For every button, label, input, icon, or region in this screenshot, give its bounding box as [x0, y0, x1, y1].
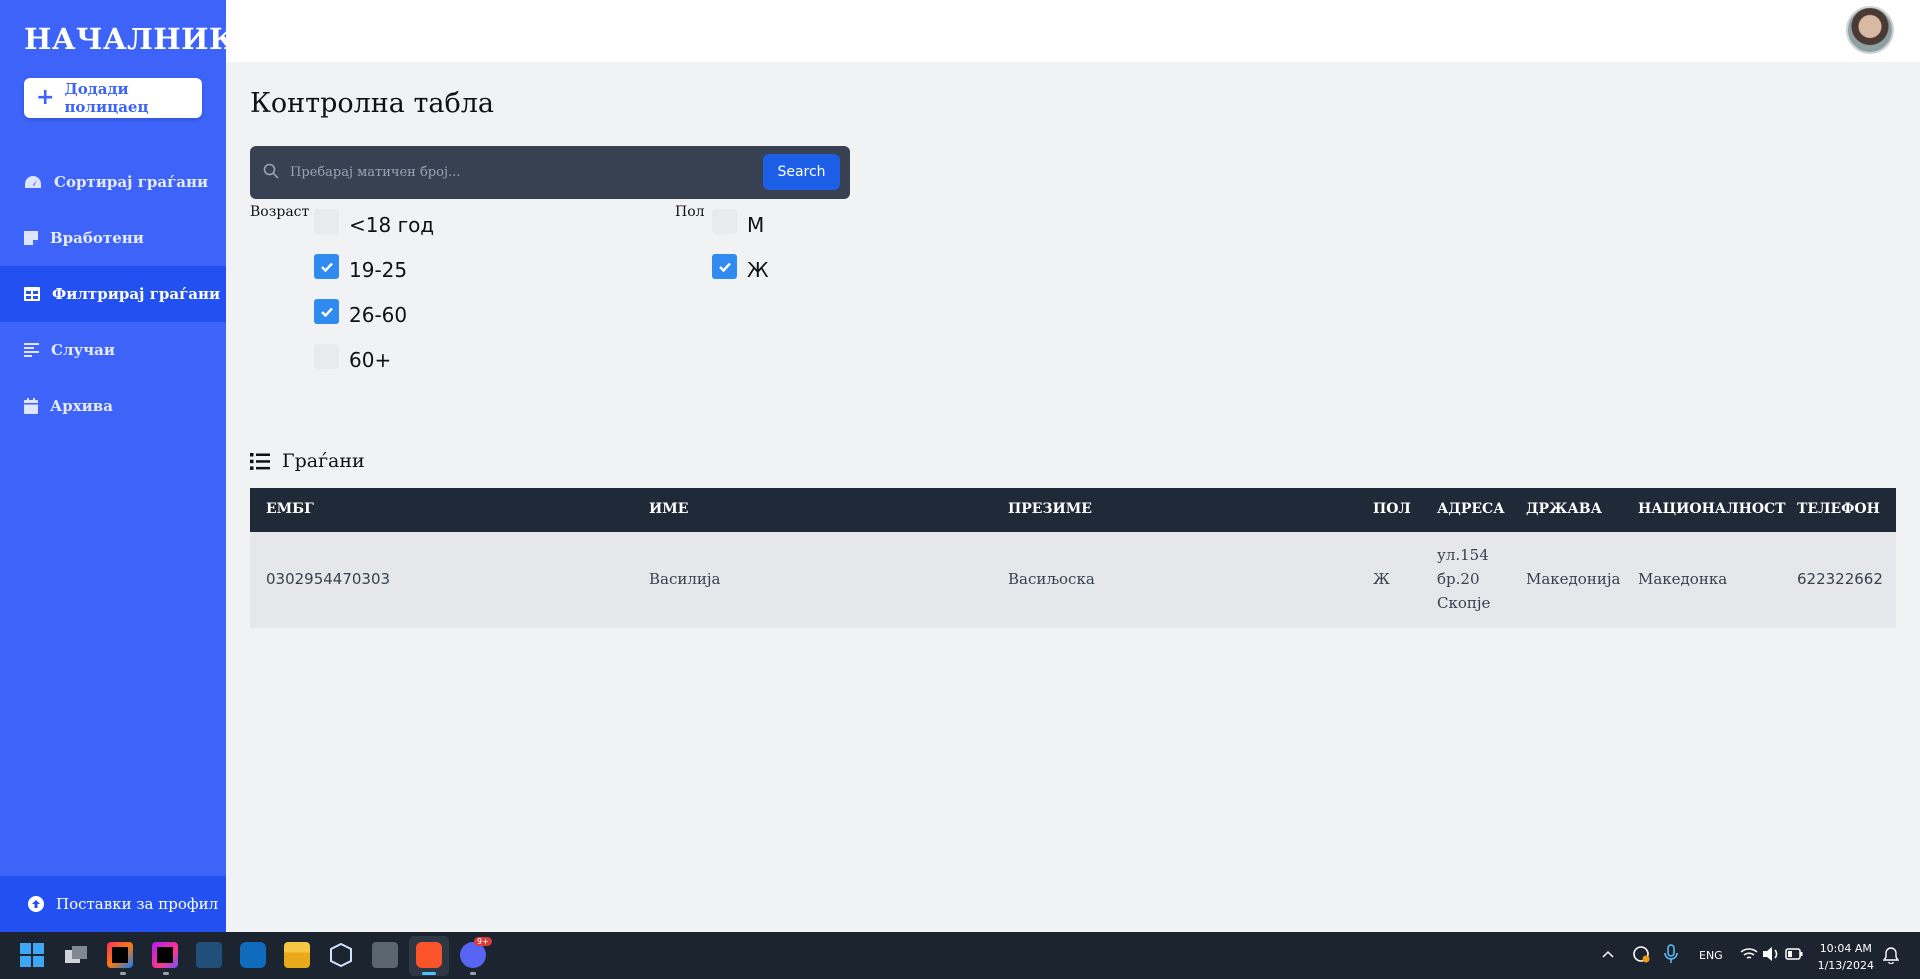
clock-date: 1/13/2024	[1817, 959, 1874, 972]
age-60-plus-label: 60+	[349, 348, 392, 372]
checkmark-icon	[320, 262, 333, 272]
page-title: Контролна табла	[250, 88, 494, 119]
sync-icon[interactable]	[1631, 944, 1651, 964]
age-19-25-checkbox[interactable]	[314, 254, 339, 279]
table-row[interactable]: 0302954470303 Василија Васиљоска Ж ул.15…	[250, 532, 1896, 628]
gender-male-checkbox[interactable]	[712, 209, 737, 234]
calculator-icon[interactable]	[372, 942, 398, 968]
wifi-icon[interactable]	[1740, 946, 1758, 962]
age-26-60-checkbox[interactable]	[314, 299, 339, 324]
discord-badge: 9+	[474, 937, 492, 946]
profile-settings-label: Поставки за профил	[56, 895, 219, 913]
search-button[interactable]: Search	[763, 154, 840, 190]
sidebar-item-employees[interactable]: Вработени	[0, 210, 226, 266]
search-icon	[263, 163, 279, 179]
cell-name: Василија	[649, 570, 721, 588]
column-header-name[interactable]: ИМЕ	[649, 501, 688, 517]
running-indicator	[120, 972, 126, 975]
citizens-section-title: Граѓани	[250, 450, 365, 472]
citizens-title: Граѓани	[282, 450, 365, 472]
cell-embg: 0302954470303	[266, 570, 391, 588]
cell-country: Македонија	[1526, 570, 1621, 588]
outlook-icon[interactable]	[240, 942, 266, 968]
sidebar-item-label: Случаи	[51, 341, 115, 359]
notification-bell-icon[interactable]	[1883, 946, 1899, 964]
intellij-icon[interactable]	[107, 942, 133, 968]
gender-male-label: М	[747, 213, 765, 237]
clock-time: 10:04 AM	[1819, 942, 1872, 955]
age-under-18-checkbox[interactable]	[314, 209, 339, 234]
sidebar-item-cases[interactable]: Случаи	[0, 322, 226, 378]
calendar-icon	[24, 398, 38, 414]
user-avatar[interactable]	[1846, 6, 1894, 54]
running-indicator	[470, 972, 476, 975]
top-bar	[226, 0, 1920, 62]
column-header-surname[interactable]: ПРЕЗИМЕ	[1008, 501, 1092, 517]
running-indicator	[163, 972, 169, 975]
arrow-up-circle-icon	[28, 896, 44, 912]
age-26-60-label: 26-60	[349, 303, 408, 327]
volume-icon[interactable]	[1762, 946, 1780, 962]
embg-search-input[interactable]	[290, 156, 750, 189]
chevron-up-icon[interactable]	[1602, 949, 1614, 959]
age-60-plus-checkbox[interactable]	[314, 344, 339, 369]
column-header-gender[interactable]: ПОЛ	[1373, 501, 1411, 517]
table-icon	[24, 287, 40, 301]
column-header-nationality[interactable]: НАЦИОНАЛНОСТ	[1638, 501, 1786, 517]
taskbar: 9+ ENG 10:04 AM 1/13/2024	[0, 932, 1920, 979]
sidebar-item-label: Филтрирај граѓани	[52, 285, 221, 303]
microphone-icon[interactable]	[1664, 944, 1678, 964]
cell-address-city: Скопје	[1437, 594, 1491, 612]
age-filter-label: Возраст	[250, 204, 310, 220]
citizens-table: ЕМБГ ИМЕ ПРЕЗИМЕ ПОЛ АДРЕСА ДРЖАВА НАЦИО…	[250, 488, 1896, 628]
checkmark-icon	[718, 262, 731, 272]
language-indicator[interactable]: ENG	[1699, 949, 1723, 962]
cell-nationality: Македонка	[1638, 570, 1728, 588]
dashboard-icon	[25, 176, 41, 188]
sidebar-item-sort-citizens[interactable]: Сортирај граѓани	[0, 154, 226, 210]
note-icon	[24, 231, 38, 245]
column-header-address[interactable]: АДРЕСА	[1437, 501, 1505, 517]
sidebar-item-archive[interactable]: Архива	[0, 378, 226, 434]
brand-title: НАЧАЛНИК	[24, 22, 236, 56]
phpstorm-icon[interactable]	[152, 942, 178, 968]
sidebar-item-label: Вработени	[50, 229, 144, 247]
cell-address-street: ул.154	[1437, 546, 1489, 564]
mysql-workbench-icon[interactable]	[196, 942, 222, 968]
column-header-phone[interactable]: ТЕЛЕФОН	[1797, 501, 1880, 517]
cell-gender: Ж	[1373, 570, 1390, 588]
cell-address-number: бр.20	[1437, 570, 1480, 588]
add-police-officer-button[interactable]: + Додади полицаец	[24, 78, 202, 118]
list-icon	[250, 452, 270, 470]
profile-settings-link[interactable]: Поставки за профил	[0, 876, 226, 932]
virtualbox-icon[interactable]	[328, 942, 354, 968]
age-19-25-label: 19-25	[349, 258, 408, 282]
checkmark-icon	[320, 307, 333, 317]
system-clock[interactable]: 10:04 AM 1/13/2024	[1818, 940, 1874, 974]
plus-icon: +	[36, 85, 55, 110]
brave-browser-icon[interactable]	[416, 942, 442, 968]
sidebar: НАЧАЛНИК + Додади полицаец Сортирај граѓ…	[0, 0, 235, 932]
sidebar-item-label: Архива	[50, 397, 113, 415]
column-header-country[interactable]: ДРЖАВА	[1526, 501, 1602, 517]
file-explorer-icon[interactable]	[284, 942, 310, 968]
windows-start-icon[interactable]	[19, 942, 45, 968]
gender-female-checkbox[interactable]	[712, 254, 737, 279]
add-police-officer-label: Додади полицаец	[64, 80, 149, 116]
table-header: ЕМБГ ИМЕ ПРЕЗИМЕ ПОЛ АДРЕСА ДРЖАВА НАЦИО…	[250, 488, 1896, 532]
gender-filter-label: Пол	[675, 204, 705, 220]
sidebar-item-label: Сортирај граѓани	[54, 173, 209, 191]
battery-icon[interactable]	[1785, 947, 1803, 961]
sidebar-item-filter-citizens[interactable]: Филтрирај граѓани	[0, 266, 226, 322]
align-left-icon	[24, 343, 39, 357]
active-indicator	[422, 972, 436, 975]
cell-phone: 622322662	[1797, 570, 1883, 588]
gender-female-label: Ж	[747, 258, 769, 282]
age-under-18-label: <18 год	[349, 213, 435, 237]
search-bar: Search	[250, 146, 850, 199]
column-header-embg[interactable]: ЕМБГ	[266, 501, 314, 517]
task-view-icon[interactable]	[63, 942, 89, 968]
cell-surname: Васиљоска	[1008, 570, 1095, 588]
